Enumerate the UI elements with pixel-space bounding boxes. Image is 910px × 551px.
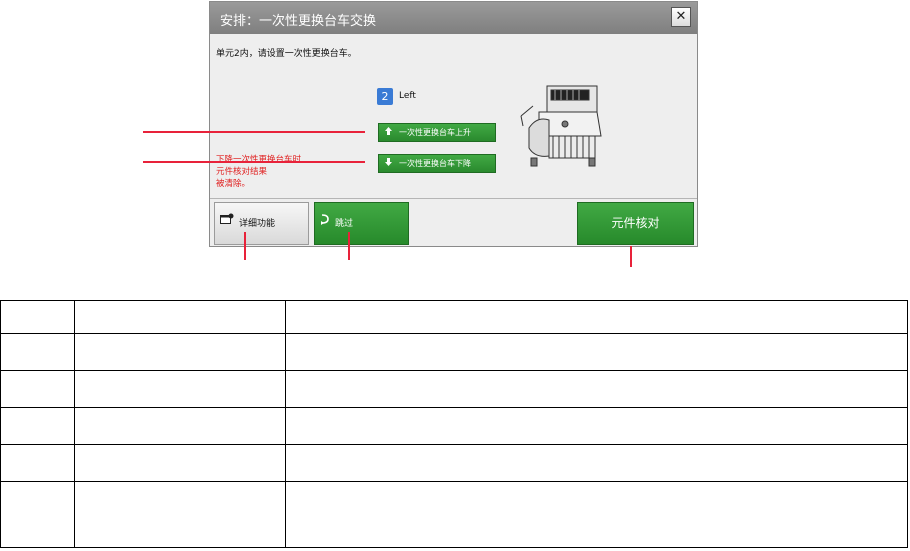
table-cell bbox=[74, 481, 286, 548]
table-cell bbox=[0, 481, 75, 548]
unit-side-label: Left bbox=[399, 91, 416, 101]
table-row bbox=[0, 407, 908, 445]
cart-raise-label: 一次性更换台车上升 bbox=[399, 128, 471, 137]
table-cell bbox=[0, 407, 75, 445]
callout-line-verify bbox=[630, 246, 632, 267]
skip-label: 跳过 bbox=[335, 219, 354, 229]
table-row bbox=[0, 333, 908, 371]
dialog-titlebar: 安排：一次性更换台车交换 ✕ bbox=[210, 2, 697, 34]
callout-line-detail bbox=[244, 232, 246, 260]
detail-function-button[interactable]: 详细功能 bbox=[214, 202, 309, 245]
table-row bbox=[0, 481, 908, 548]
unit-number-badge: 2 bbox=[377, 88, 393, 105]
table-cell bbox=[74, 370, 286, 408]
settings-window-icon bbox=[220, 203, 234, 244]
arrangement-dialog: 安排：一次性更换台车交换 ✕ 单元2内，请设置一次性更换台车。 2 Left 一… bbox=[209, 1, 698, 247]
table-cell bbox=[0, 300, 75, 334]
close-button[interactable]: ✕ bbox=[671, 7, 691, 27]
table-cell bbox=[0, 333, 75, 371]
table-row bbox=[0, 444, 908, 482]
component-verify-label: 元件核对 bbox=[611, 216, 660, 230]
dialog-title: 安排：一次性更换台车交换 bbox=[220, 14, 377, 29]
table-cell bbox=[285, 444, 908, 482]
table-cell bbox=[74, 444, 286, 482]
close-icon: ✕ bbox=[675, 9, 687, 24]
arrow-down-icon bbox=[385, 155, 399, 172]
skip-icon bbox=[320, 203, 330, 244]
cart-lower-button[interactable]: 一次性更换台车下降 bbox=[378, 154, 496, 173]
instruction-text: 单元2内，请设置一次性更换台车。 bbox=[216, 49, 357, 59]
button-bar-divider bbox=[210, 198, 697, 199]
table-cell bbox=[0, 370, 75, 408]
table-cell bbox=[74, 333, 286, 371]
skip-button[interactable]: 跳过 bbox=[314, 202, 409, 245]
callout-line-skip bbox=[348, 232, 350, 260]
table-cell bbox=[285, 407, 908, 445]
callout-line-raise bbox=[143, 131, 365, 133]
table-cell bbox=[285, 481, 908, 548]
table-row bbox=[0, 300, 908, 334]
component-verify-button[interactable]: 元件核对 bbox=[577, 202, 694, 245]
cart-raise-button[interactable]: 一次性更换台车上升 bbox=[378, 123, 496, 142]
table-row bbox=[0, 370, 908, 408]
callout-line-lower bbox=[143, 161, 365, 163]
table-cell bbox=[285, 370, 908, 408]
table-cell bbox=[74, 300, 286, 334]
table-cell bbox=[285, 333, 908, 371]
arrow-up-icon bbox=[385, 124, 399, 141]
table-cell bbox=[74, 407, 286, 445]
table-cell bbox=[285, 300, 908, 334]
detail-function-label: 详细功能 bbox=[239, 219, 276, 229]
exchange-cart-illustration bbox=[520, 85, 602, 167]
cart-lower-label: 一次性更换台车下降 bbox=[399, 159, 471, 168]
table-cell bbox=[0, 444, 75, 482]
warning-text: 下降一次性更换台车时 元件核对结果 被清除。 bbox=[216, 155, 302, 189]
legend-table bbox=[0, 300, 908, 548]
